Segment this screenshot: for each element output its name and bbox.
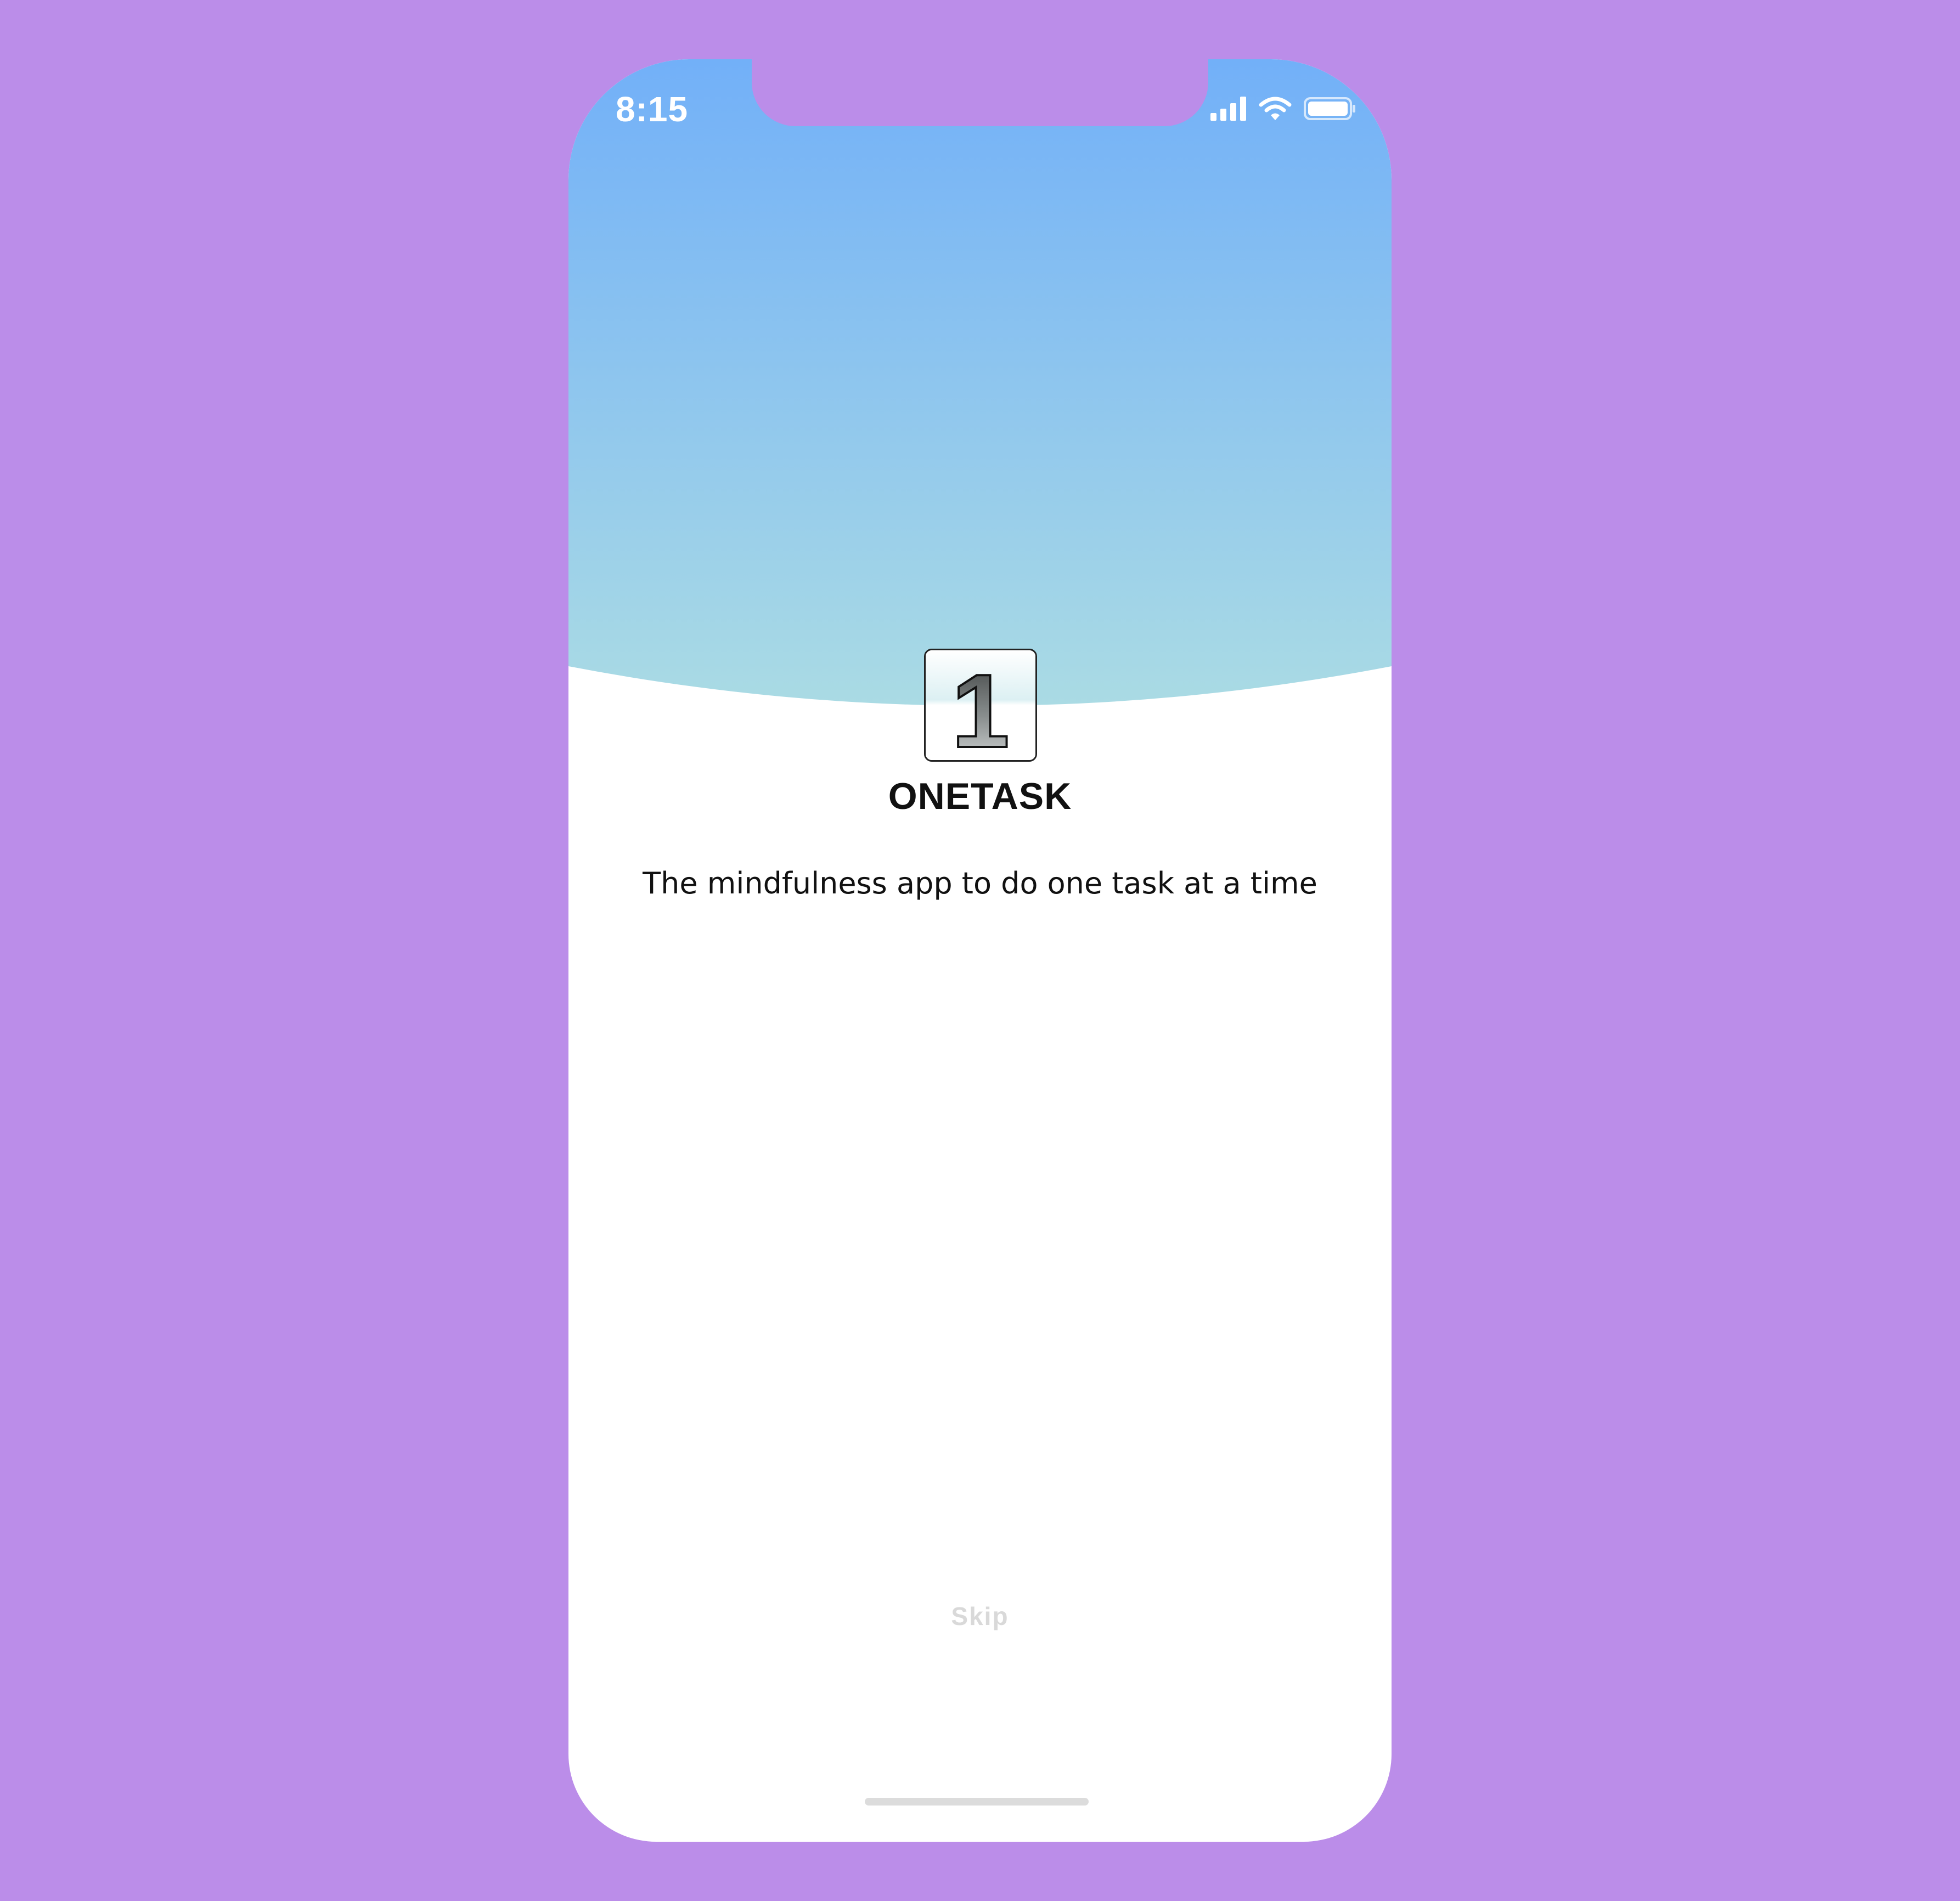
app-tagline: The mindfulness app to do one task at a …	[643, 866, 1317, 901]
logo-glyph: 1	[951, 653, 1010, 760]
hero-gradient	[568, 59, 1392, 707]
status-time: 8:15	[616, 89, 689, 129]
app-logo: 1	[924, 649, 1037, 762]
signal-icon	[1210, 96, 1247, 123]
battery-icon	[1304, 96, 1356, 124]
wifi-icon	[1259, 96, 1292, 124]
skip-button[interactable]: Skip	[909, 1601, 1051, 1631]
phone-screen: 8:15 1 ONETASK The mindfulness app to do…	[568, 59, 1392, 1842]
device-notch	[752, 59, 1208, 126]
app-name: ONETASK	[888, 775, 1072, 817]
status-icons	[1210, 96, 1356, 124]
home-indicator[interactable]	[865, 1798, 1089, 1806]
